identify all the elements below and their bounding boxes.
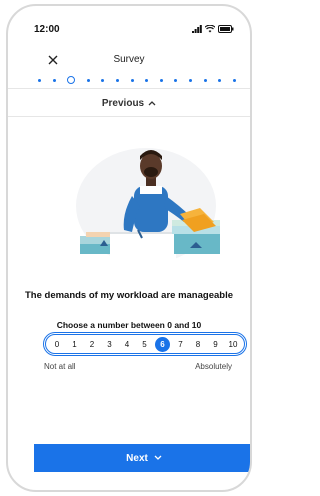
scale-option-10[interactable]: 10 xyxy=(226,337,240,351)
status-time: 12:00 xyxy=(34,24,60,35)
progress-dot xyxy=(232,78,236,82)
progress-dot xyxy=(116,78,120,82)
rating-scale: 0 1 2 3 4 5 6 7 8 9 10 xyxy=(43,332,247,356)
progress-dot xyxy=(189,78,193,82)
scale-high-anchor: Absolutely xyxy=(195,362,232,371)
progress-dot xyxy=(52,78,56,82)
scale-option-3[interactable]: 3 xyxy=(103,337,117,351)
workload-illustration xyxy=(76,148,220,266)
scale-option-1[interactable]: 1 xyxy=(68,337,82,351)
scale-option-9[interactable]: 9 xyxy=(209,337,223,351)
progress-dots xyxy=(38,74,236,86)
wifi-icon xyxy=(205,25,215,33)
scale-low-anchor: Not at all xyxy=(44,362,76,371)
progress-dot xyxy=(101,78,105,82)
progress-dot xyxy=(159,78,163,82)
next-button[interactable]: Next xyxy=(34,444,250,472)
scale-option-0[interactable]: 0 xyxy=(50,337,64,351)
phone-frame: 12:00 Survey Previous The demands of my … xyxy=(6,4,252,492)
scale-option-7[interactable]: 7 xyxy=(174,337,188,351)
chevron-down-icon xyxy=(154,455,162,460)
scale-option-4[interactable]: 4 xyxy=(120,337,134,351)
question-text: The demands of my workload are manageabl… xyxy=(24,290,233,301)
divider xyxy=(8,116,250,117)
battery-icon xyxy=(218,25,234,33)
survey-header: Survey xyxy=(8,42,250,78)
progress-dot xyxy=(218,78,222,82)
progress-dot xyxy=(38,78,41,82)
chevron-up-icon xyxy=(148,101,156,106)
scale-option-5[interactable]: 5 xyxy=(138,337,152,351)
progress-dot xyxy=(86,78,90,82)
scale-prompt: Choose a number between 0 and 10 xyxy=(56,320,202,330)
scale-option-8[interactable]: 8 xyxy=(191,337,205,351)
progress-dot xyxy=(130,78,134,82)
progress-dot xyxy=(203,78,207,82)
signal-icon xyxy=(192,25,202,33)
status-icons xyxy=(192,25,234,33)
scale-option-2[interactable]: 2 xyxy=(85,337,99,351)
progress-dot xyxy=(174,78,178,82)
page-title: Survey xyxy=(113,54,145,65)
next-label: Next xyxy=(126,452,148,464)
progress-dot xyxy=(145,78,149,82)
status-bar: 12:00 xyxy=(8,6,250,35)
progress-dot-current xyxy=(67,76,76,84)
previous-button[interactable]: Previous xyxy=(8,92,250,114)
previous-label: Previous xyxy=(101,97,145,109)
divider xyxy=(8,88,250,89)
scale-option-6[interactable]: 6 xyxy=(155,336,170,352)
